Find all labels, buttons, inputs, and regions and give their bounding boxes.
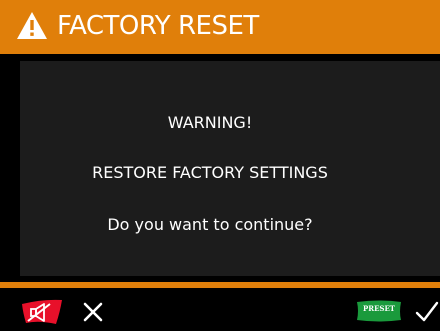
warning-triangle-icon [17,12,47,39]
preset-label: PRESET [362,304,396,313]
header-bar: FACTORY RESET [0,0,440,54]
preset-icon[interactable]: PRESET [356,299,402,323]
footer-divider [0,282,440,288]
page-title: FACTORY RESET [57,11,259,41]
factory-reset-screen: FACTORY RESET WARNING! RESTORE FACTORY S… [0,0,440,331]
mute-icon[interactable] [20,298,64,326]
cancel-icon[interactable] [82,301,104,323]
warning-message: RESTORE FACTORY SETTINGS [92,163,328,182]
confirm-checkmark-icon[interactable] [414,299,440,325]
warning-heading: WARNING! [167,113,253,132]
continue-prompt: Do you want to continue? [107,215,313,234]
warning-dialog: WARNING! RESTORE FACTORY SETTINGS Do you… [20,61,440,276]
